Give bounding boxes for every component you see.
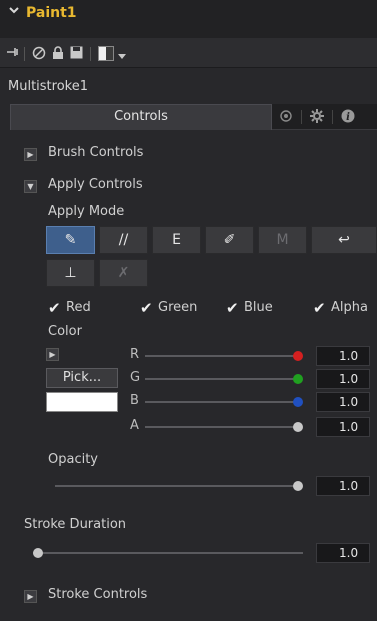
node-title: Paint1 [26,5,77,21]
color-brush-icon[interactable]: ✎ [46,226,95,254]
svg-text:i: i [346,112,350,123]
toolbar-divider [24,47,25,61]
merge-icon[interactable]: M [258,226,307,254]
expand-arrow-icon[interactable]: ▶ [24,590,37,603]
tab-divider [332,110,333,124]
pick-color-button[interactable]: Pick... [46,368,118,388]
color-swatch[interactable] [46,392,118,412]
tab-divider [301,110,302,124]
node-toolbar [0,38,377,68]
color-swatch-icon[interactable] [98,46,114,61]
opacity-label: Opacity [48,452,99,467]
channel-r-value-field[interactable]: 1.0 [316,346,370,366]
wire-icon[interactable]: ✗ [99,259,148,287]
clone-icon[interactable]: // [99,226,148,254]
disable-icon[interactable] [32,46,46,63]
stroke-controls-label[interactable]: Stroke Controls [48,587,147,602]
alpha-checkbox[interactable]: ✔ [313,301,326,316]
erase-icon[interactable]: ✐ [205,226,254,254]
channel-g-slider-track[interactable] [145,378,298,380]
channel-a-slider-handle[interactable] [293,422,303,432]
channel-a-label: A [130,418,139,433]
collapse-arrow-icon[interactable]: ▼ [24,180,37,193]
node-header: Paint1 [0,0,377,38]
green-checkbox[interactable]: ✔ [140,301,153,316]
channel-g-label: G [130,370,141,385]
apply-controls-label[interactable]: Apply Controls [48,177,143,192]
red-checkbox[interactable]: ✔ [48,301,61,316]
stroke-duration-slider-handle[interactable] [33,548,43,558]
settings-gear-icon[interactable] [310,109,324,127]
brush-controls-label[interactable]: Brush Controls [48,145,143,160]
channel-b-label: B [130,393,139,408]
channel-a-slider-track[interactable] [145,426,298,428]
channel-g-slider-handle[interactable] [293,374,303,384]
tab-controls[interactable]: Controls [10,104,272,130]
channel-b-value-field[interactable]: 1.0 [316,392,370,412]
stamp-icon[interactable]: ⊥ [46,259,95,287]
pin-icon[interactable] [6,46,20,61]
channel-r-slider-handle[interactable] [293,351,303,361]
emboss-icon[interactable]: E [152,226,201,254]
opacity-slider-handle[interactable] [293,481,303,491]
opacity-slider-track[interactable] [55,485,298,487]
blue-checkbox[interactable]: ✔ [226,301,239,316]
blue-checkbox-label: Blue [244,300,273,315]
expand-arrow-icon[interactable]: ▶ [24,148,37,161]
node-instance-name: Multistroke1 [8,79,88,94]
color-label: Color [48,324,82,339]
green-checkbox-label: Green [158,300,198,315]
save-icon[interactable] [70,46,83,62]
alpha-checkbox-label: Alpha [331,300,368,315]
apply-mode-label: Apply Mode [48,204,125,219]
opacity-value-field[interactable]: 1.0 [316,476,370,496]
channel-b-slider-track[interactable] [145,401,298,403]
toolbar-divider [90,47,91,61]
expand-arrow-icon[interactable]: ▶ [46,348,59,361]
channel-g-value-field[interactable]: 1.0 [316,369,370,389]
modifier-icon[interactable] [279,109,293,127]
channel-a-value-field[interactable]: 1.0 [316,417,370,437]
stroke-duration-label: Stroke Duration [24,517,127,532]
channel-r-slider-track[interactable] [145,355,298,357]
info-icon[interactable]: i [341,109,355,127]
channel-b-slider-handle[interactable] [293,397,303,407]
smear-icon[interactable]: ↩ [311,226,377,254]
tab-bar: Controls i [10,104,377,130]
channel-r-label: R [130,347,140,362]
chevron-down-icon[interactable] [8,4,20,20]
stroke-duration-value-field[interactable]: 1.0 [316,543,370,563]
dropdown-caret-icon[interactable] [118,49,126,63]
red-checkbox-label: Red [66,300,91,315]
stroke-duration-slider-track[interactable] [33,552,303,554]
lock-icon[interactable] [52,46,64,63]
